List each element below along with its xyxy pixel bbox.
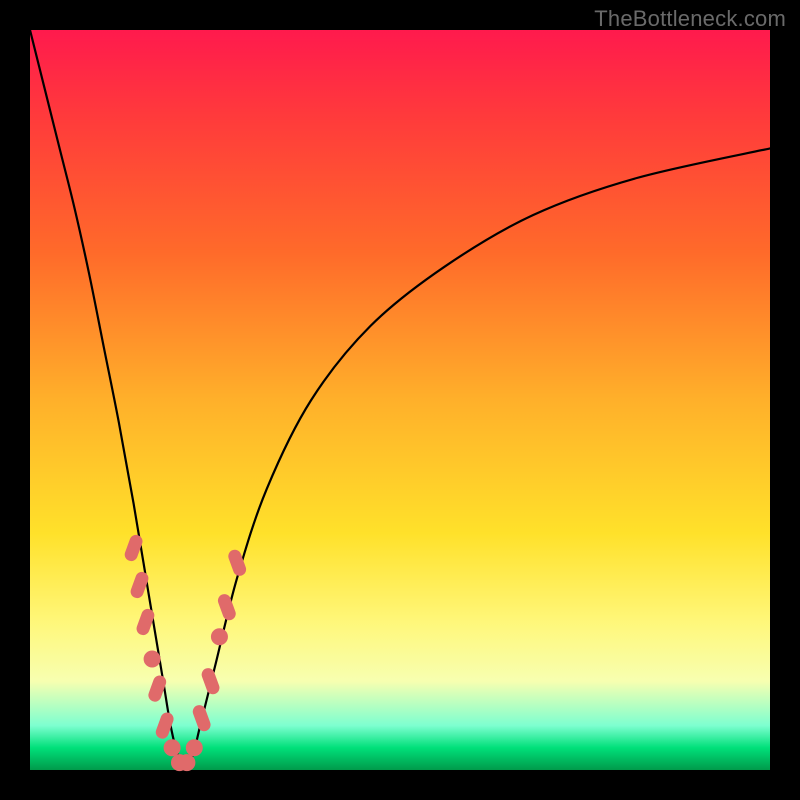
curve-marker — [192, 704, 212, 733]
curve-marker — [144, 651, 160, 667]
curve-marker — [179, 755, 195, 771]
bottleneck-curve-svg — [30, 30, 770, 770]
curve-marker — [186, 740, 202, 756]
plot-area — [30, 30, 770, 770]
curve-marker — [200, 667, 220, 696]
curve-marker — [211, 629, 227, 645]
curve-marker — [217, 593, 237, 622]
watermark-label: TheBottleneck.com — [594, 6, 786, 32]
chart-frame: TheBottleneck.com — [0, 0, 800, 800]
marker-layer — [124, 534, 248, 771]
bottleneck-curve-path — [30, 30, 770, 763]
curve-marker — [164, 740, 180, 756]
